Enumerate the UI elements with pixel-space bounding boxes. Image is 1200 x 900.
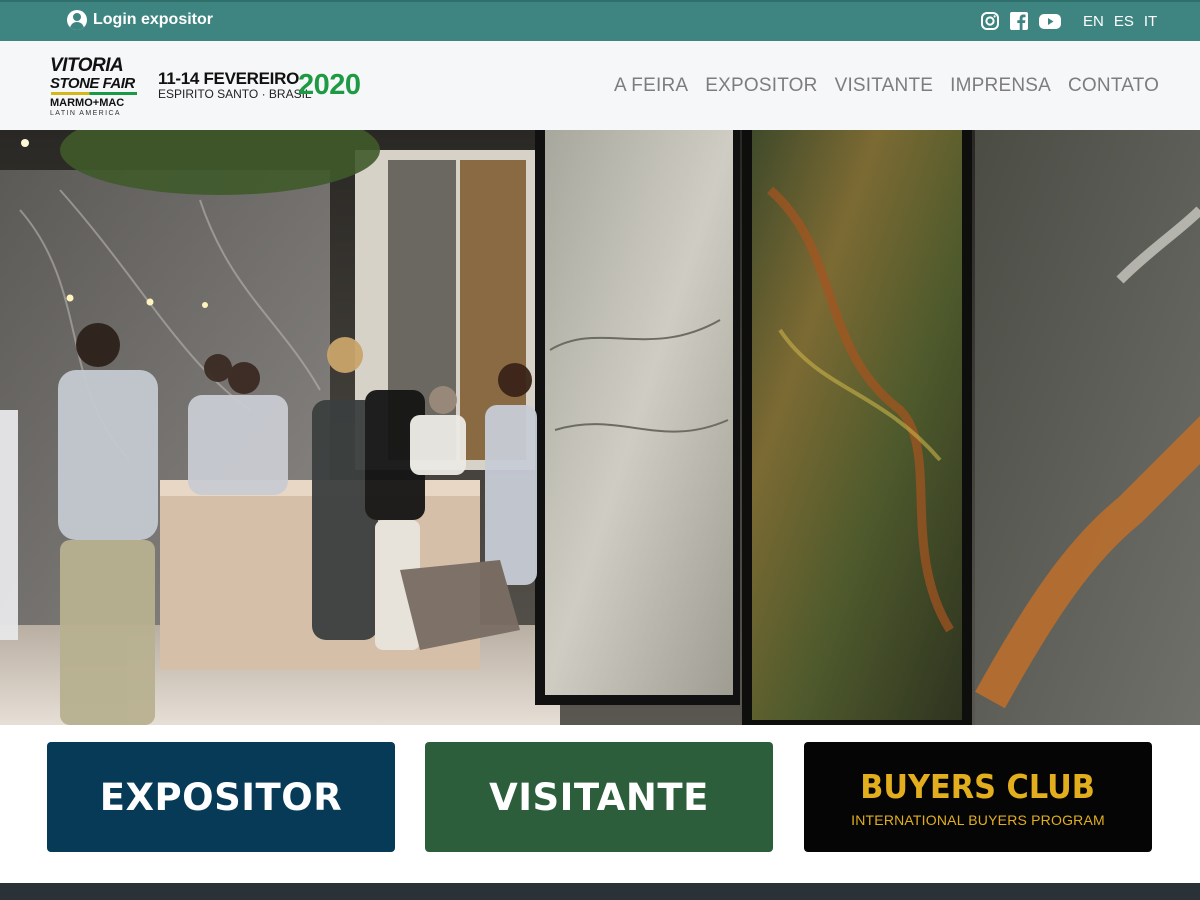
buyers-club-card[interactable]: BUYERS CLUB INTERNATIONAL BUYERS PROGRAM (804, 742, 1152, 852)
language-switcher: EN ES IT (1083, 13, 1157, 30)
social-links (980, 11, 1062, 36)
youtube-icon[interactable] (1038, 11, 1062, 36)
logo-line-stone-fair: STONE FAIR (50, 75, 135, 92)
logo-color-bar (51, 92, 137, 95)
logo-line-latin-america: LATIN AMERICA (50, 110, 121, 117)
lang-es[interactable]: ES (1114, 13, 1134, 30)
facebook-icon[interactable] (1009, 11, 1029, 36)
expositor-card-label: EXPOSITOR (99, 775, 343, 819)
nav-imprensa[interactable]: IMPRENSA (950, 75, 1051, 97)
nav-a-feira[interactable]: A FEIRA (614, 75, 688, 97)
event-place: ESPIRITO SANTO · BRASIL (158, 87, 312, 101)
event-dates: 11-14 FEVEREIRO (158, 69, 300, 88)
event-year: 2020 (298, 69, 361, 101)
hero-illustration (0, 130, 1200, 725)
main-nav: A FEIRA EXPOSITOR VISITANTE IMPRENSA CON… (614, 75, 1159, 97)
buyers-club-sublabel: INTERNATIONAL BUYERS PROGRAM (851, 811, 1105, 828)
logo-line-vitoria: VITORIA (50, 55, 124, 76)
buyers-club-label: BUYERS CLUB (860, 766, 1096, 806)
lang-it[interactable]: IT (1144, 13, 1157, 30)
hero-image (0, 130, 1200, 725)
logo-line-marmomac: MARMO+MAC (50, 97, 125, 109)
visitante-card[interactable]: VISITANTE (425, 742, 773, 852)
expositor-card[interactable]: EXPOSITOR (47, 742, 395, 852)
login-label: Login expositor (93, 11, 213, 28)
lang-en[interactable]: EN (1083, 13, 1104, 30)
nav-visitante[interactable]: VISITANTE (835, 75, 934, 97)
instagram-icon[interactable] (980, 11, 1000, 36)
site-header: VITORIA STONE FAIR MARMO+MAC LATIN AMERI… (0, 41, 1200, 130)
footer-bar (0, 883, 1200, 900)
nav-expositor[interactable]: EXPOSITOR (705, 75, 817, 97)
cta-cards: EXPOSITOR VISITANTE BUYERS CLUB INTERNAT… (0, 725, 1200, 883)
nav-contato[interactable]: CONTATO (1068, 75, 1159, 97)
login-expositor-link[interactable]: Login expositor (67, 10, 213, 30)
top-bar: Login expositor EN ES IT (0, 0, 1200, 41)
user-circle-icon (67, 10, 87, 30)
visitante-card-label: VISITANTE (489, 775, 709, 819)
site-logo[interactable]: VITORIA STONE FAIR MARMO+MAC LATIN AMERI… (50, 55, 370, 119)
